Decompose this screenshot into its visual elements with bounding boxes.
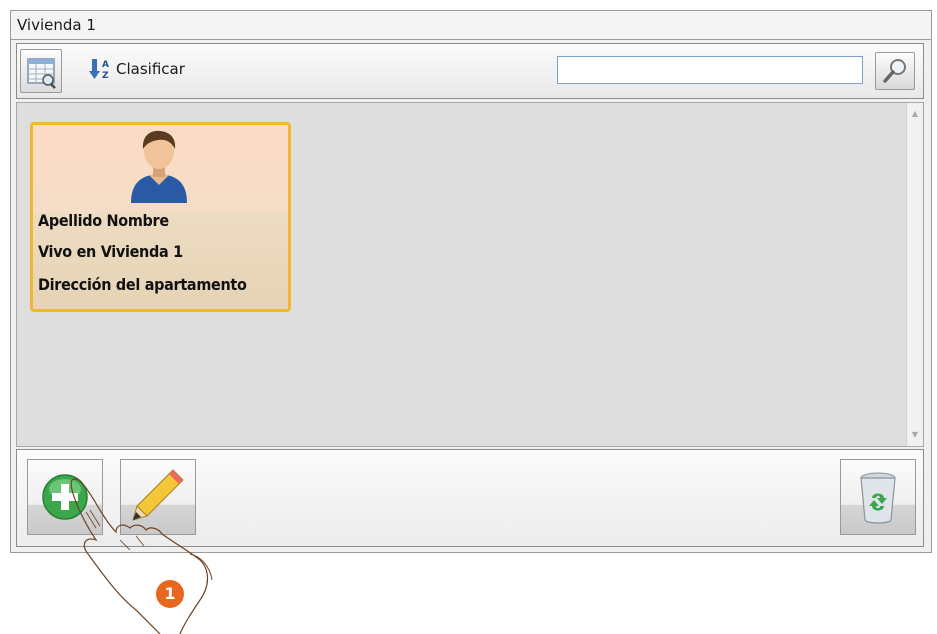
plus-circle-icon <box>42 474 88 520</box>
window-title: Vivienda 1 <box>17 16 96 34</box>
svg-text:Z: Z <box>102 71 109 81</box>
sort-label: Clasificar <box>116 60 185 78</box>
view-mode-button[interactable] <box>20 49 62 93</box>
contacts-list: Apellido Nombre Vivo en Vivienda 1 Direc… <box>16 102 924 447</box>
search-button[interactable] <box>875 52 915 90</box>
user-avatar-icon <box>131 130 187 203</box>
table-view-icon <box>27 58 56 89</box>
pencil-icon <box>132 469 184 521</box>
add-button[interactable] <box>27 459 103 535</box>
trash-icon <box>860 472 896 524</box>
contact-address: Dirección del apartamento <box>38 275 247 294</box>
svg-text:A: A <box>102 60 109 70</box>
toolbar: A Z Clasificar <box>16 43 924 99</box>
contact-card[interactable]: Apellido Nombre Vivo en Vivienda 1 Direc… <box>30 122 291 312</box>
scroll-up-icon[interactable]: ▲ <box>907 106 923 122</box>
window-titlebar: Vivienda 1 <box>11 11 931 40</box>
edit-button[interactable] <box>120 459 196 535</box>
step-number-badge: 1 <box>156 580 184 608</box>
vertical-scrollbar[interactable]: ▲ ▼ <box>906 103 923 446</box>
scroll-down-icon[interactable]: ▼ <box>907 427 923 443</box>
sort-az-icon: A Z <box>89 59 109 81</box>
magnifier-icon <box>883 59 906 83</box>
contact-residence: Vivo en Vivienda 1 <box>38 242 183 261</box>
delete-button[interactable] <box>840 459 916 535</box>
contacts-window: Vivienda 1 A Z Clasificar Apellido Nombr… <box>10 10 932 553</box>
contact-name: Apellido Nombre <box>38 211 169 230</box>
sort-button[interactable]: A Z Clasificar <box>89 54 185 84</box>
action-bar <box>16 449 924 547</box>
search-input[interactable] <box>557 56 863 84</box>
